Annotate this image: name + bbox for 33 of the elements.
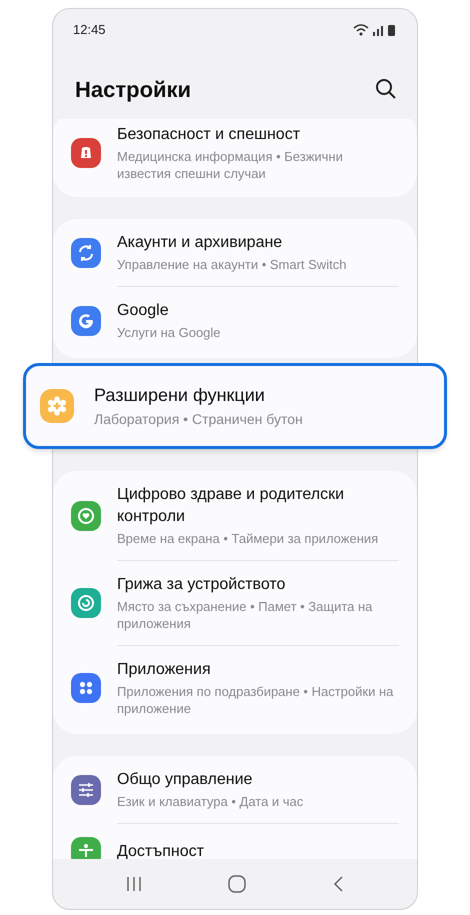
settings-item[interactable]: Достъпност [117,823,399,859]
item-title: Достъпност [117,842,204,859]
settings-item[interactable]: Безопасност и спешност Медицинска информация • Безжични известия спешни случаи [71,119,399,195]
status-time: 12:45 [73,21,106,40]
item-subtitle: Приложения по подразбиране • Настройки на приложение [117,683,394,717]
item-subtitle: Лаборатория • Страничен бутон [94,410,303,429]
item-title: Разширени функции [94,384,266,407]
item-subtitle: Управление на акаунти • Smart Switch [117,256,346,273]
settings-item[interactable]: Общо управление Език и клавиатура • Дата и час [71,756,399,823]
status-icons [353,24,397,36]
item-title: Общо управление [117,770,254,790]
recent-apps-icon[interactable] [126,876,142,892]
item-subtitle: Език и клавиатура • Дата и час [117,793,304,810]
settings-item[interactable]: Акаунти и архивиране Управление на акаунти • Smart Switch [71,219,399,286]
item-title: Google [117,301,170,321]
settings-item[interactable]: Грижа за устройството Място за съхранение • Памет • Защита на приложения [117,560,399,645]
back-icon[interactable] [332,876,344,892]
item-title: Безопасност и спешност [117,125,302,145]
home-icon[interactable] [228,875,246,893]
item-title: Грижа за устройството [117,575,286,595]
item-title: Приложения [117,660,212,680]
item-subtitle: Място за съхранение • Памет • Защита на приложения [117,598,374,632]
settings-item[interactable]: Google Услуги на Google [117,286,399,354]
settings-item[interactable]: Цифрово здраве и родителски контроли Време на екрана • Таймери за приложения [71,471,399,560]
settings-item[interactable]: Разширени функции Лаборатория • Страничен бутон [40,366,430,446]
page-title: Настройки [75,76,192,104]
settings-item[interactable]: Приложения Приложения по подразбиране • Настройки на приложение [117,645,399,730]
item-subtitle: Време на екрана • Таймери за приложения [117,530,380,547]
item-subtitle: Услуги на Google [117,324,221,341]
item-subtitle: Медицинска информация • Безжични известия спешни случаи [117,148,344,182]
item-title: Цифрово здраве и родителски контроли [117,485,346,527]
search-icon[interactable] [375,78,397,100]
item-title: Акаунти и архивиране [117,233,284,253]
